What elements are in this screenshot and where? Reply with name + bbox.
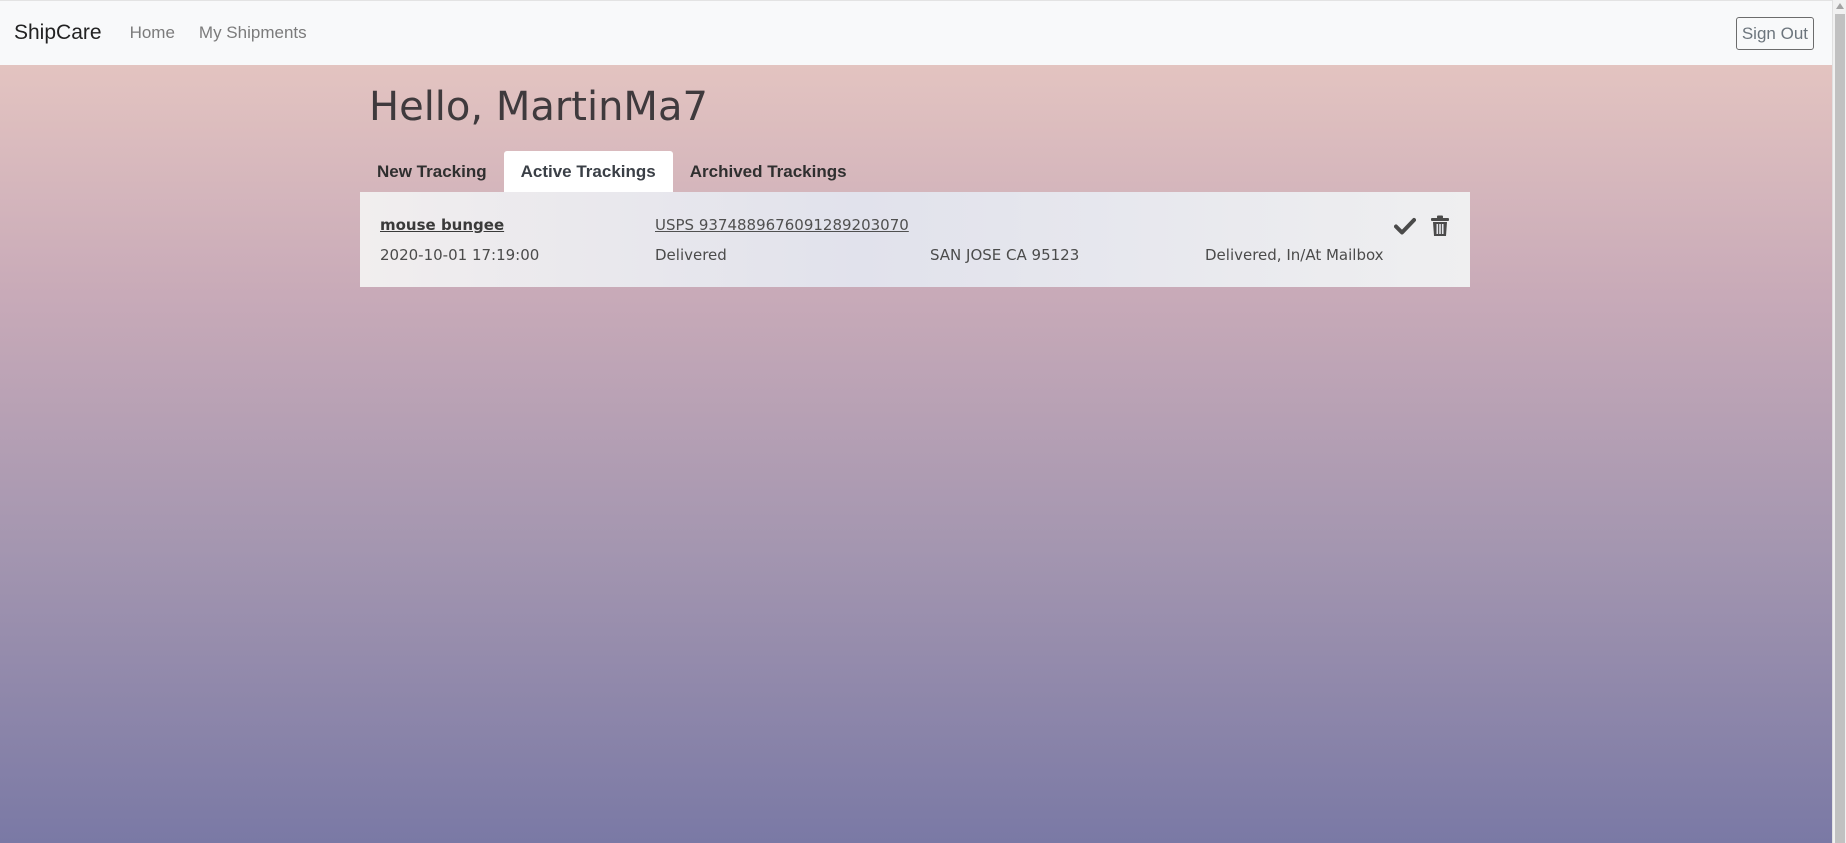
scrollbar-thumb[interactable] [1835,14,1845,843]
tracking-tabs: New Tracking Active Trackings Archived T… [360,151,864,192]
brand-logo[interactable]: ShipCare [14,21,102,45]
shipment-date: 2020-10-01 17:19:00 [380,246,540,264]
scroll-up-arrow-icon[interactable] [1836,3,1844,9]
shipment-location: SAN JOSE CA 95123 [930,246,1080,264]
tab-active-trackings[interactable]: Active Trackings [503,151,673,192]
nav-link-home[interactable]: Home [130,23,175,43]
check-icon[interactable] [1393,214,1417,238]
page-greeting: Hello, MartinMa7 [369,84,708,130]
tab-new-tracking[interactable]: New Tracking [360,151,504,192]
vertical-scrollbar[interactable] [1832,0,1846,843]
tracking-number-link[interactable]: USPS 9374889676091289203070 [655,216,909,234]
shipment-name-link[interactable]: mouse bungee [380,216,504,234]
shipment-status-detail: Delivered, In/At Mailbox [1205,246,1384,264]
trash-icon[interactable] [1428,214,1452,238]
shipment-card: mouse bungee USPS 9374889676091289203070… [360,192,1470,287]
nav-link-my-shipments[interactable]: My Shipments [199,23,307,43]
top-navbar: ShipCare Home My Shipments Sign Out [0,0,1832,65]
shipment-status: Delivered [655,246,727,264]
sign-out-button[interactable]: Sign Out [1735,17,1814,50]
tab-archived-trackings[interactable]: Archived Trackings [673,151,864,192]
